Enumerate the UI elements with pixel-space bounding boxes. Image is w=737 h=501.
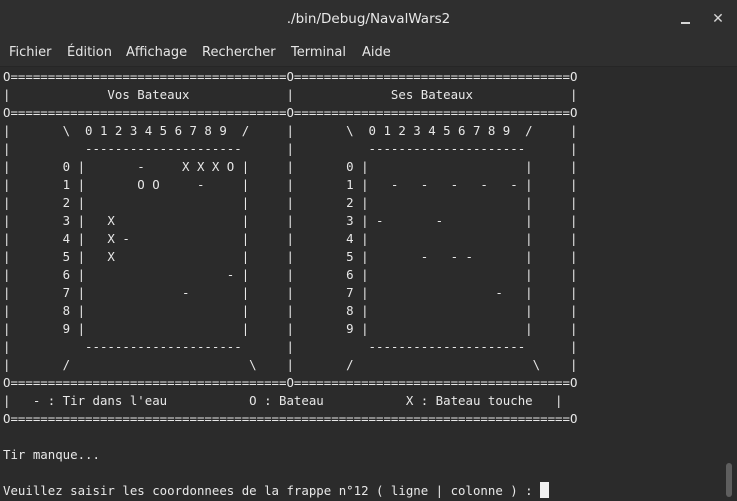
terminal-line: | 8 | | | 8 | | | xyxy=(3,303,578,318)
terminal-line: O=====================================O=… xyxy=(3,375,578,390)
terminal-line: | 7 | - | | 7 | - | | xyxy=(3,285,578,300)
terminal-output[interactable]: O=====================================O=… xyxy=(0,67,722,501)
menu-terminal[interactable]: Terminal xyxy=(291,45,346,60)
terminal-line: | 1 | O O - | | 1 | - - - - - | | xyxy=(3,177,578,192)
close-button[interactable]: ✕ xyxy=(708,9,728,29)
status-message: Tir manque... xyxy=(3,447,100,462)
terminal-line: | \ 0 1 2 3 4 5 6 7 8 9 / | \ 0 1 2 3 4 … xyxy=(3,123,578,138)
scrollbar-thumb[interactable] xyxy=(726,463,732,497)
terminal-line: | 5 | X | | 5 | - - - | | xyxy=(3,249,578,264)
title-bar[interactable]: ./bin/Debug/NavalWars2 ✕ xyxy=(0,0,737,39)
terminal-line: | 3 | X | | 3 | - - | | xyxy=(3,213,578,228)
terminal-line: | 6 | - | | 6 | | | xyxy=(3,267,578,282)
terminal-line: | 0 | - X X X O | | 0 | | | xyxy=(3,159,578,174)
terminal-line: | 4 | X - | | 4 | | | xyxy=(3,231,578,246)
input-prompt: Veuillez saisir les coordonnees de la fr… xyxy=(3,483,541,498)
terminal-line: | - : Tir dans l'eau O : Bateau X : Bate… xyxy=(3,393,563,408)
terminal-line: O=====================================O=… xyxy=(3,105,578,120)
window-title: ./bin/Debug/NavalWars2 xyxy=(286,11,451,27)
text-cursor xyxy=(540,482,550,498)
terminal-line: | Vos Bateaux | Ses Bateaux | xyxy=(3,87,578,102)
terminal-window: ./bin/Debug/NavalWars2 ✕ Fichier Édition… xyxy=(0,0,737,501)
terminal-line: O=====================================O=… xyxy=(3,69,578,84)
menu-fichier[interactable]: Fichier xyxy=(9,45,52,60)
terminal-line: | 2 | | | 2 | | | xyxy=(3,195,578,210)
terminal-line: | / \ | / \ | xyxy=(3,357,578,372)
input-prompt-line[interactable]: Veuillez saisir les coordonnees de la fr… xyxy=(3,482,550,500)
minimize-icon xyxy=(681,22,690,24)
menu-rechercher[interactable]: Rechercher xyxy=(202,45,276,60)
menu-affichage[interactable]: Affichage xyxy=(126,45,187,60)
minimize-button[interactable] xyxy=(676,9,696,29)
terminal-line: | 9 | | | 9 | | | xyxy=(3,321,578,336)
terminal-line: | --------------------- | --------------… xyxy=(3,339,578,354)
terminal-line: O=======================================… xyxy=(3,411,578,426)
menu-bar: Fichier Édition Affichage Rechercher Ter… xyxy=(0,38,737,67)
menu-aide[interactable]: Aide xyxy=(362,45,391,60)
terminal-line: | --------------------- | --------------… xyxy=(3,141,578,156)
menu-edition[interactable]: Édition xyxy=(67,45,112,60)
scrollbar[interactable] xyxy=(722,67,737,501)
